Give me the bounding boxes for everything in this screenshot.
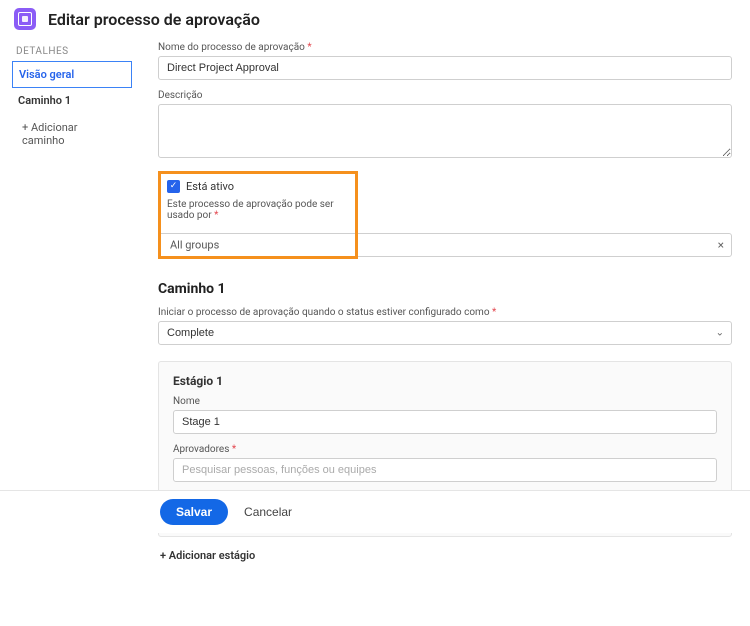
- select-start-status[interactable]: [158, 321, 732, 345]
- input-approver-search[interactable]: [173, 458, 717, 482]
- label-text: Nome do processo de aprovação: [158, 42, 305, 53]
- label-process-name: Nome do processo de aprovação *: [158, 42, 732, 53]
- app-icon: [14, 8, 36, 30]
- sidebar-item-path-1[interactable]: Caminho 1: [12, 88, 132, 113]
- required-asterisk: *: [232, 444, 236, 455]
- input-process-name[interactable]: [158, 56, 732, 80]
- cancel-button[interactable]: Cancelar: [244, 505, 292, 519]
- stage-title: Estágio 1: [173, 374, 717, 388]
- main-content: Nome do processo de aprovação * Descriçã…: [132, 40, 738, 626]
- field-start-status: Iniciar o processo de aprovação quando o…: [158, 307, 732, 345]
- label-approvers: Aprovadores *: [173, 444, 717, 455]
- field-description: Descrição: [158, 90, 732, 161]
- sidebar-add-path[interactable]: + Adicionar caminho: [12, 113, 132, 155]
- checkbox-active[interactable]: ✓: [167, 180, 180, 193]
- checkbox-active-row[interactable]: ✓ Está ativo: [167, 180, 349, 193]
- label-stage-name: Nome: [173, 396, 717, 407]
- label-text: Este processo de aprovação pode ser usad…: [167, 199, 334, 221]
- clear-groups-icon[interactable]: ×: [718, 238, 724, 252]
- label-used-by: Este processo de aprovação pode ser usad…: [167, 199, 349, 221]
- field-process-name: Nome do processo de aprovação *: [158, 42, 732, 80]
- footer-bar: Salvar Cancelar: [0, 490, 750, 533]
- label-text: Aprovadores: [173, 444, 229, 455]
- add-stage-button[interactable]: + Adicionar estágio: [158, 537, 732, 566]
- save-button[interactable]: Salvar: [160, 499, 228, 525]
- required-asterisk: *: [492, 307, 496, 318]
- label-start-status: Iniciar o processo de aprovação quando o…: [158, 307, 732, 318]
- input-description[interactable]: [158, 104, 732, 158]
- page-header: Editar processo de aprovação: [0, 0, 750, 40]
- sidebar: DETALHES Visão geral Caminho 1 + Adicion…: [12, 40, 132, 626]
- required-asterisk: *: [214, 210, 218, 221]
- checkbox-active-label: Está ativo: [186, 180, 234, 193]
- label-text: Iniciar o processo de aprovação quando o…: [158, 307, 490, 318]
- highlight-active-section: ✓ Está ativo Este processo de aprovação …: [158, 171, 358, 259]
- required-asterisk: *: [307, 42, 311, 53]
- sidebar-item-overview[interactable]: Visão geral: [12, 61, 132, 88]
- path-heading: Caminho 1: [158, 281, 732, 297]
- input-stage-name[interactable]: [173, 410, 717, 434]
- field-approvers: Aprovadores *: [173, 444, 717, 482]
- field-stage-name: Nome: [173, 396, 717, 434]
- page-title: Editar processo de aprovação: [48, 10, 260, 29]
- sidebar-heading: DETALHES: [12, 40, 132, 61]
- label-description: Descrição: [158, 90, 732, 101]
